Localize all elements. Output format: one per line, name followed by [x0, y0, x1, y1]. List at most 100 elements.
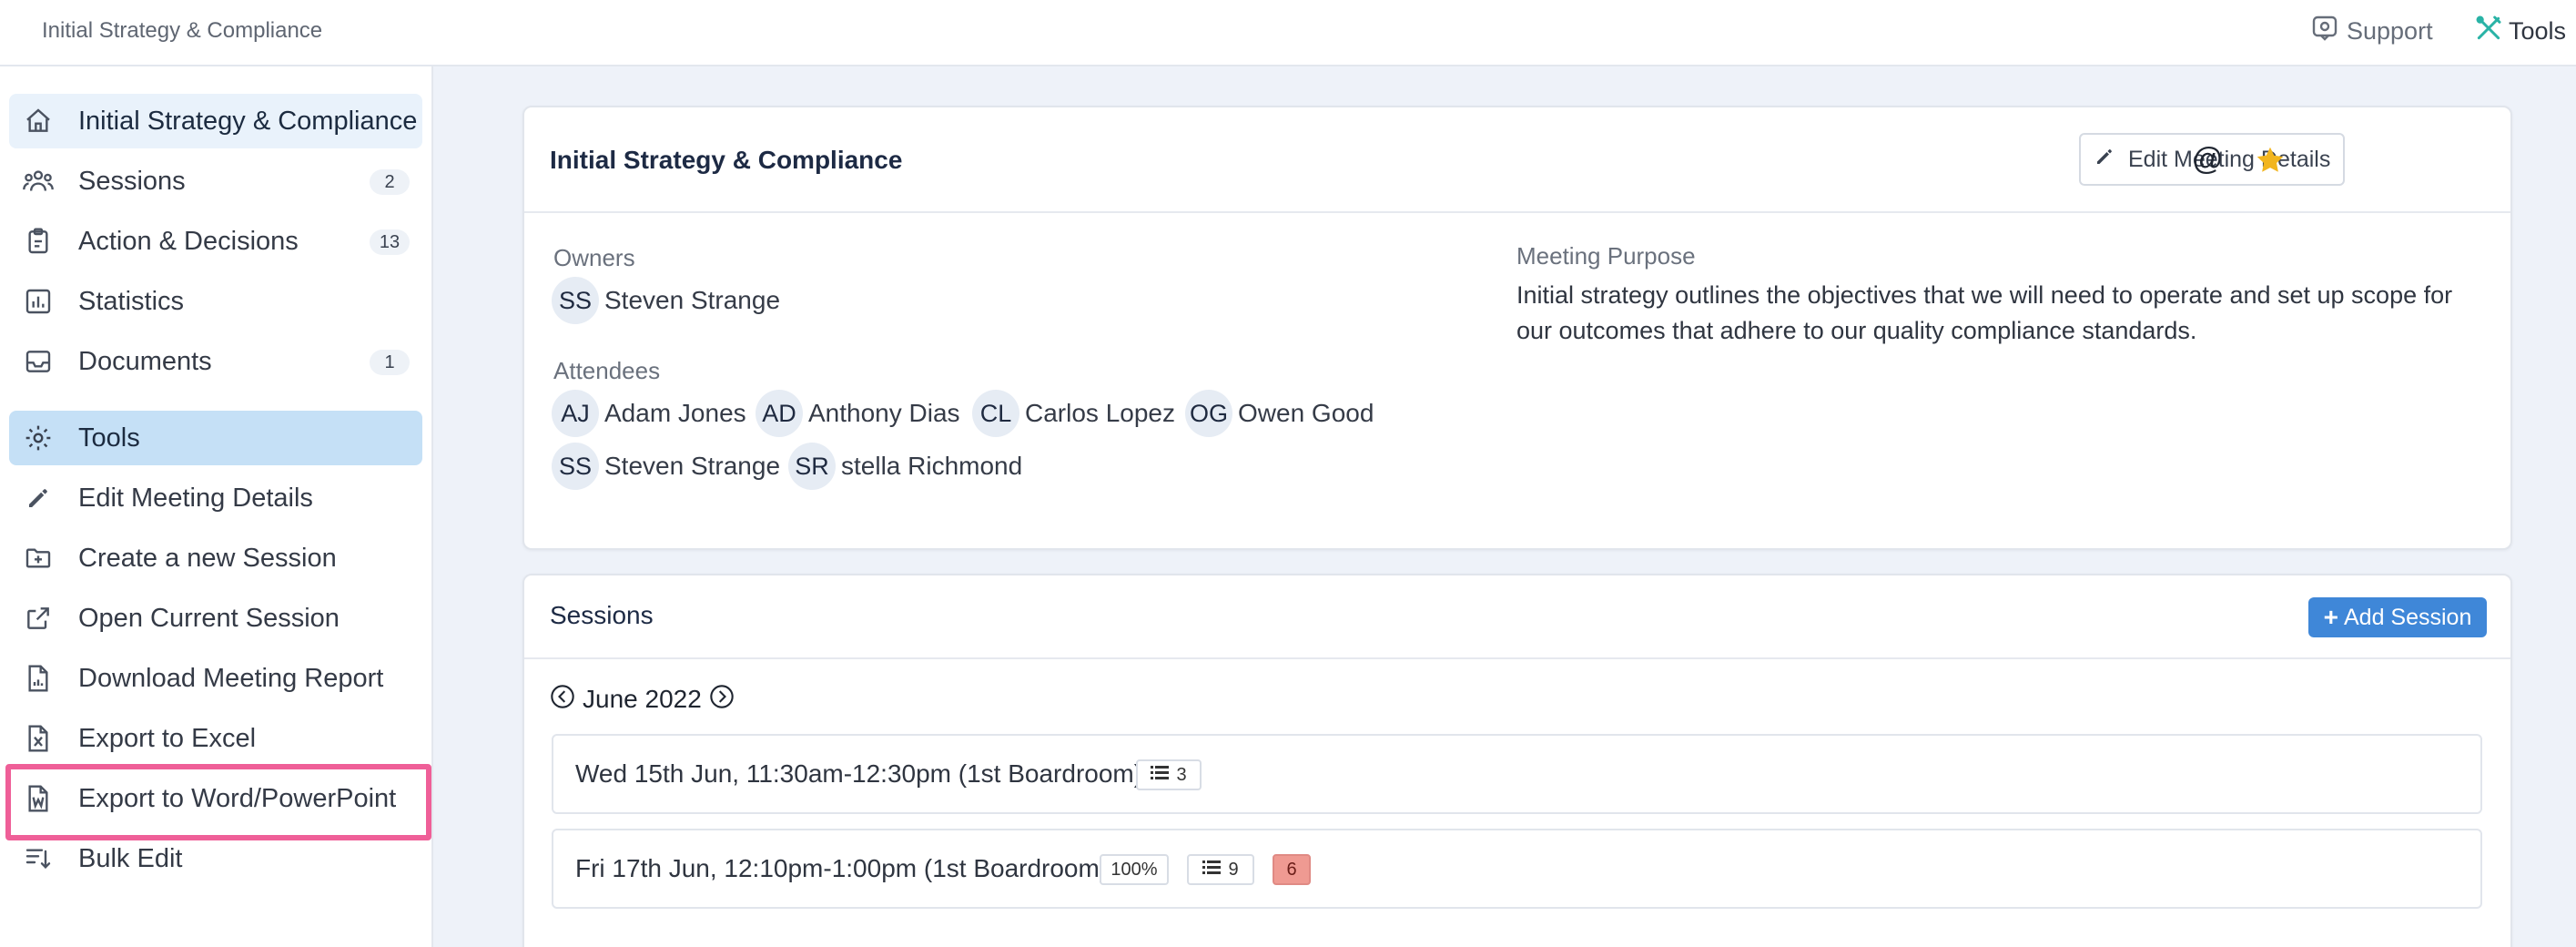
meeting-title: Initial Strategy & Compliance [550, 146, 903, 174]
meeting-purpose-text: Initial strategy outlines the objectives… [1516, 281, 2453, 344]
tools-label: Tools [2509, 16, 2567, 45]
sidebar-item-label: Documents [78, 346, 212, 376]
session-items-badge: 3 [1136, 759, 1202, 790]
attendees-label: Attendees [553, 357, 661, 384]
avatar: OG [1185, 390, 1232, 437]
sidebar-item-documents[interactable]: Documents 1 [9, 334, 422, 389]
sidebar-tools-header[interactable]: Tools [9, 411, 422, 465]
session-items-count: 3 [1176, 764, 1187, 785]
mention-icon[interactable]: @ [2192, 142, 2224, 178]
sidebar-item-actions[interactable]: Action & Decisions 13 [9, 214, 422, 269]
attendee-name: Steven Strange [604, 452, 781, 480]
sidebar-item-label: Sessions [78, 166, 186, 196]
session-items-badge: 9 [1187, 854, 1254, 885]
sidebar-item-label: Export to Excel [78, 723, 257, 753]
word-file-icon [22, 782, 55, 815]
avatar: SR [788, 443, 836, 490]
sidebar-item-label: Create a new Session [78, 543, 337, 573]
sidebar-item-bulk-edit[interactable]: Bulk Edit [9, 831, 422, 886]
list-icon [1202, 859, 1222, 881]
attendee-chip: AJ Adam Jones [552, 390, 746, 437]
owner-chip: SS Steven Strange [552, 277, 780, 324]
month-navigator: June 2022 [550, 683, 735, 716]
app-title: Initial Strategy & Compliance [42, 18, 323, 43]
pencil-icon [22, 482, 55, 514]
avatar: CL [972, 390, 1019, 437]
clipboard-icon [22, 225, 55, 258]
session-label: Fri 17th Jun, 12:10pm-1:00pm (1st Boardr… [575, 854, 1109, 882]
add-session-button[interactable]: + Add Session [2308, 597, 2487, 637]
documents-count-badge: 1 [370, 350, 410, 375]
attendee-name: stella Richmond [841, 452, 1023, 480]
list-icon [1151, 764, 1170, 786]
sidebar: Initial Strategy & Compliance Sessions 2… [0, 66, 433, 947]
owner-name: Steven Strange [604, 286, 781, 314]
avatar: AJ [552, 390, 599, 437]
sessions-title: Sessions [550, 601, 654, 629]
excel-file-icon [22, 722, 55, 755]
sidebar-item-label: Action & Decisions [78, 226, 299, 256]
session-items-count: 9 [1228, 859, 1239, 880]
inbox-icon [22, 345, 55, 378]
home-icon [22, 105, 55, 137]
avatar: SS [552, 443, 599, 490]
attendee-chip: OG Owen Good [1185, 390, 1374, 437]
current-month: June 2022 [583, 685, 702, 713]
session-progress-badge: 100% [1100, 854, 1169, 885]
attendee-name: Adam Jones [604, 399, 746, 427]
attendee-name: Anthony Dias [808, 399, 960, 427]
support-link[interactable]: Support [2310, 15, 2433, 47]
session-alert-badge: 6 [1273, 854, 1311, 885]
external-link-icon [22, 602, 55, 635]
chevron-right-icon[interactable] [709, 684, 735, 716]
sort-list-icon [22, 842, 55, 875]
sidebar-item-edit-meeting[interactable]: Edit Meeting Details [9, 471, 422, 525]
sidebar-item-label: Export to Word/PowerPoint [78, 783, 397, 813]
plus-icon: + [2323, 603, 2338, 631]
sidebar-item-label: Bulk Edit [78, 843, 183, 873]
sidebar-item-label: Edit Meeting Details [78, 483, 313, 513]
sidebar-item-export-word[interactable]: Export to Word/PowerPoint [9, 771, 422, 826]
session-row[interactable]: Fri 17th Jun, 12:10pm-1:00pm (1st Boardr… [552, 829, 2482, 909]
attendee-name: Owen Good [1238, 399, 1374, 427]
support-label: Support [2347, 16, 2433, 45]
actions-count-badge: 13 [370, 229, 410, 255]
sidebar-item-export-excel[interactable]: Export to Excel [9, 711, 422, 766]
attendee-chip: CL Carlos Lopez [972, 390, 1175, 437]
avatar: SS [552, 277, 599, 324]
sidebar-item-download-report[interactable]: Download Meeting Report [9, 651, 422, 706]
sidebar-item-label: Initial Strategy & Compliance [78, 106, 418, 136]
avatar: AD [756, 390, 803, 437]
gear-icon [22, 422, 55, 454]
chevron-left-icon[interactable] [550, 684, 575, 716]
sidebar-item-overview[interactable]: Initial Strategy & Compliance [9, 94, 422, 148]
attendee-name: Carlos Lopez [1025, 399, 1175, 427]
sidebar-item-create-session[interactable]: Create a new Session [9, 531, 422, 586]
meeting-purpose-label: Meeting Purpose [1516, 242, 1696, 270]
sidebar-item-label: Tools [78, 423, 140, 453]
sessions-card-header: Sessions + Add Session [524, 575, 2510, 659]
edit-meeting-details-label: Edit Meeting Details [2128, 146, 2331, 172]
folder-plus-icon [22, 542, 55, 575]
owners-label: Owners [553, 244, 635, 271]
sidebar-item-label: Download Meeting Report [78, 663, 384, 693]
session-label: Wed 15th Jun, 11:30am-12:30pm (1st Board… [575, 759, 1143, 788]
sidebar-item-label: Statistics [78, 286, 185, 316]
attendee-chip: SR stella Richmond [788, 443, 1022, 490]
pencil-icon [2094, 146, 2115, 174]
tools-link[interactable]: Tools [2474, 15, 2566, 47]
session-row[interactable]: Wed 15th Jun, 11:30am-12:30pm (1st Board… [552, 734, 2482, 814]
sessions-count-badge: 2 [370, 169, 410, 195]
chart-icon [22, 285, 55, 318]
sidebar-item-label: Open Current Session [78, 603, 340, 633]
attendee-chip: AD Anthony Dias [756, 390, 960, 437]
sidebar-item-sessions[interactable]: Sessions 2 [9, 154, 422, 209]
sidebar-item-open-session[interactable]: Open Current Session [9, 591, 422, 646]
top-bar: Initial Strategy & Compliance Support To… [0, 0, 2576, 66]
report-icon [22, 662, 55, 695]
star-icon[interactable] [2254, 144, 2287, 181]
support-icon [2310, 14, 2339, 49]
tools-icon [2474, 14, 2503, 49]
people-icon [22, 165, 55, 198]
sidebar-item-statistics[interactable]: Statistics [9, 274, 422, 329]
